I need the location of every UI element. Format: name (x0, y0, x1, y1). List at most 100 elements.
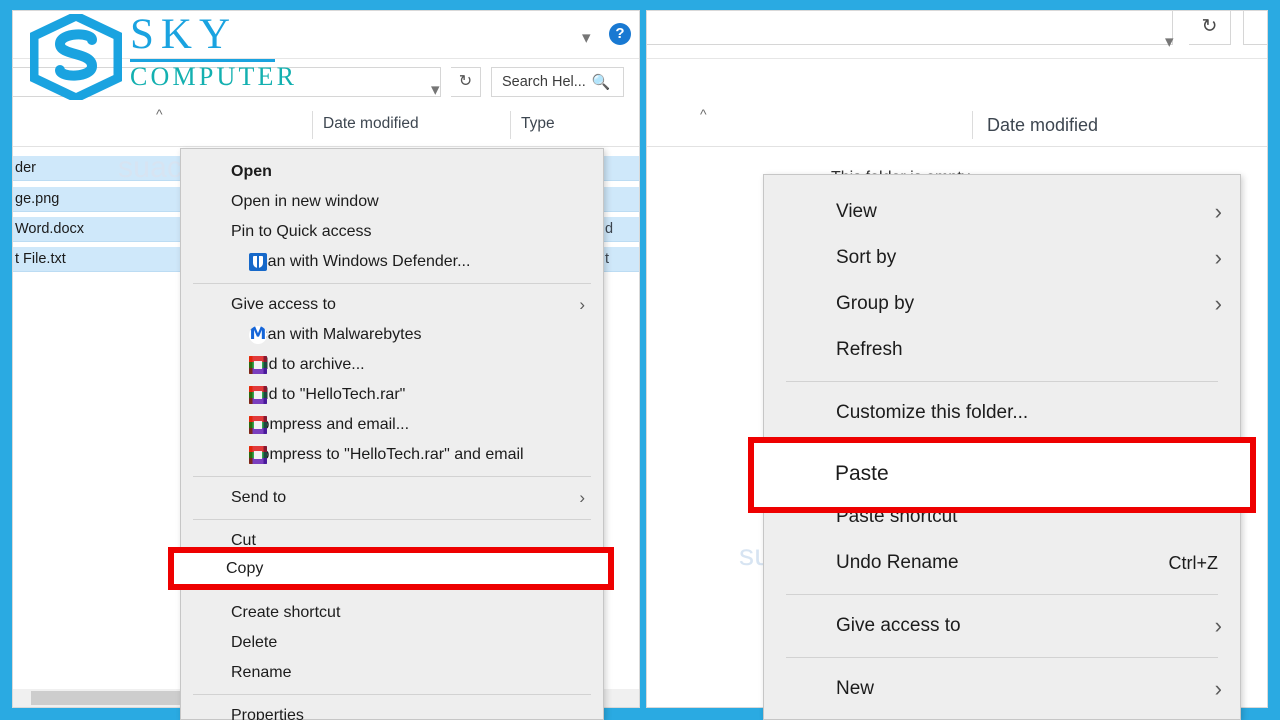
logo-sky-text: SKY (130, 11, 238, 58)
menu-item-new[interactable]: New › (764, 666, 1240, 712)
chevron-right-icon: › (1214, 613, 1222, 638)
menu-item-label: Give access to (231, 296, 336, 313)
sky-hexagon-s-icon (30, 14, 122, 100)
menu-item-view[interactable]: View › (764, 189, 1240, 235)
clipped-date-cell: d (605, 221, 614, 237)
winrar-icon (249, 386, 267, 404)
menu-item-label: Delete (231, 634, 278, 651)
menu-item-undo-rename[interactable]: Undo Rename Ctrl+Z (764, 540, 1240, 586)
menu-item-add-to-archive[interactable]: Add to archive... (181, 350, 603, 380)
menu-item-group-by[interactable]: Group by › (764, 281, 1240, 327)
menu-item-add-to-hellotech-rar[interactable]: Add to "HelloTech.rar" (181, 380, 603, 410)
clipped-type-cell: t (605, 251, 610, 267)
menu-item-label: Pin to Quick access (231, 223, 372, 240)
logo-text-block: SKY COMPUTER (130, 12, 297, 92)
left-context-menu[interactable]: Open Open in new window Pin to Quick acc… (180, 148, 604, 720)
search-icon: 🔍 (591, 74, 611, 91)
menu-item-label: View (836, 201, 877, 222)
menu-item-refresh[interactable]: Refresh (764, 327, 1240, 373)
menu-item-label: New (836, 678, 875, 699)
menu-separator (786, 381, 1218, 382)
menu-item-sort-by[interactable]: Sort by › (764, 235, 1240, 281)
menu-item-give-access-to[interactable]: Give access to › (764, 603, 1240, 649)
sky-computer-logo: SKY COMPUTER (30, 8, 294, 106)
search-input-value: Search Hel... (502, 74, 586, 90)
right-refresh-icon[interactable]: ↻ (1189, 11, 1231, 45)
menu-item-scan-with-malwarebytes[interactable]: Scan with Malwarebytes (181, 320, 603, 350)
refresh-icon[interactable]: ↻ (451, 67, 481, 97)
address-chevron-down-icon[interactable]: ▾ (431, 81, 440, 98)
menu-item-label: Customize this folder... (836, 402, 1029, 423)
menu-item-label: Compress to "HelloTech.rar" and email (249, 446, 524, 463)
menu-item-compress-to-hellotech-rar-and-email[interactable]: Compress to "HelloTech.rar" and email (181, 440, 603, 470)
menu-item-label: Undo Rename (836, 552, 959, 573)
menu-separator (193, 283, 591, 284)
menu-item-label: Add to "HelloTech.rar" (249, 386, 406, 403)
menu-item-label: Scan with Malwarebytes (249, 326, 422, 343)
column-header-date-modified[interactable]: Date modified (323, 115, 419, 133)
column-header-type[interactable]: Type (521, 115, 555, 133)
right-sort-caret-icon[interactable]: ^ (700, 106, 707, 122)
menu-item-label: Group by (836, 293, 915, 314)
chevron-right-icon: › (579, 488, 585, 507)
menu-item-pin-to-quick-access[interactable]: Pin to Quick access (181, 217, 603, 247)
menu-item-label: Refresh (836, 339, 903, 360)
malwarebytes-icon (249, 326, 267, 344)
column-header-date-modified[interactable]: Date modified (987, 115, 1098, 136)
menu-item-open-in-new-window[interactable]: Open in new window (181, 187, 603, 217)
chevron-right-icon: › (1214, 199, 1222, 224)
screenshot-root: ▾ ? ▾ ↻ Search Hel... 🔍 ^ Date modified … (0, 0, 1280, 720)
right-search-input[interactable]: S (1243, 11, 1267, 45)
menu-item-delete[interactable]: Delete (181, 628, 603, 658)
menu-item-scan-with-windows-defender[interactable]: Scan with Windows Defender... (181, 247, 603, 277)
file-name: ge.png (15, 191, 60, 207)
chevron-right-icon: › (579, 295, 585, 314)
menu-item-label: Open in new window (231, 193, 379, 210)
help-button[interactable]: ? (609, 23, 631, 45)
menu-separator (786, 594, 1218, 595)
column-divider[interactable] (510, 111, 511, 139)
menu-item-label: Send to (231, 489, 287, 506)
winrar-icon (249, 416, 267, 434)
menu-item-label: Sort by (836, 247, 897, 268)
menu-item-accelerator: Ctrl+Z (1168, 552, 1219, 573)
right-column-header: ^ Date modified (647, 103, 1267, 147)
column-divider[interactable] (972, 111, 973, 139)
menu-item-label: Properties (231, 707, 304, 720)
right-address-chevron-down-icon[interactable]: ▾ (1165, 33, 1174, 50)
menu-separator (193, 476, 591, 477)
menu-item-label: Open (231, 163, 272, 180)
file-name: der (15, 160, 36, 176)
menu-separator (193, 519, 591, 520)
menu-item-rename[interactable]: Rename (181, 658, 603, 688)
menu-item-send-to[interactable]: Send to › (181, 483, 603, 513)
menu-item-customize-this-folder[interactable]: Customize this folder... (764, 390, 1240, 436)
menu-item-give-access-to[interactable]: Give access to › (181, 290, 603, 320)
menu-item-compress-and-email[interactable]: Compress and email... (181, 410, 603, 440)
ribbon-chevron-down-icon[interactable]: ▾ (582, 29, 591, 46)
right-address-bar[interactable] (647, 11, 1173, 45)
menu-separator (193, 694, 591, 695)
search-input[interactable]: Search Hel... 🔍 (491, 67, 624, 97)
chevron-right-icon: › (1214, 291, 1222, 316)
left-column-header: ^ Date modified Type (13, 103, 639, 147)
winrar-icon (249, 356, 267, 374)
logo-computer-text: COMPUTER (130, 62, 298, 91)
column-divider[interactable] (312, 111, 313, 139)
menu-item-copy-label[interactable]: Copy (226, 560, 263, 578)
sort-caret-icon[interactable]: ^ (156, 106, 163, 122)
menu-item-paste-label[interactable]: Paste (835, 462, 889, 486)
file-name: Word.docx (15, 221, 85, 237)
menu-separator (786, 657, 1218, 658)
chevron-right-icon: › (1214, 245, 1222, 270)
menu-item-label: Rename (231, 664, 292, 681)
menu-item-properties[interactable]: Properties (181, 701, 603, 720)
menu-item-label: Create shortcut (231, 604, 341, 621)
winrar-icon (249, 446, 267, 464)
file-name: t File.txt (15, 251, 66, 267)
menu-item-open[interactable]: Open (181, 157, 603, 187)
menu-item-label: Scan with Windows Defender... (249, 253, 471, 270)
menu-item-create-shortcut[interactable]: Create shortcut (181, 598, 603, 628)
menu-item-label: Give access to (836, 615, 961, 636)
paste-highlight-box (748, 437, 1256, 513)
